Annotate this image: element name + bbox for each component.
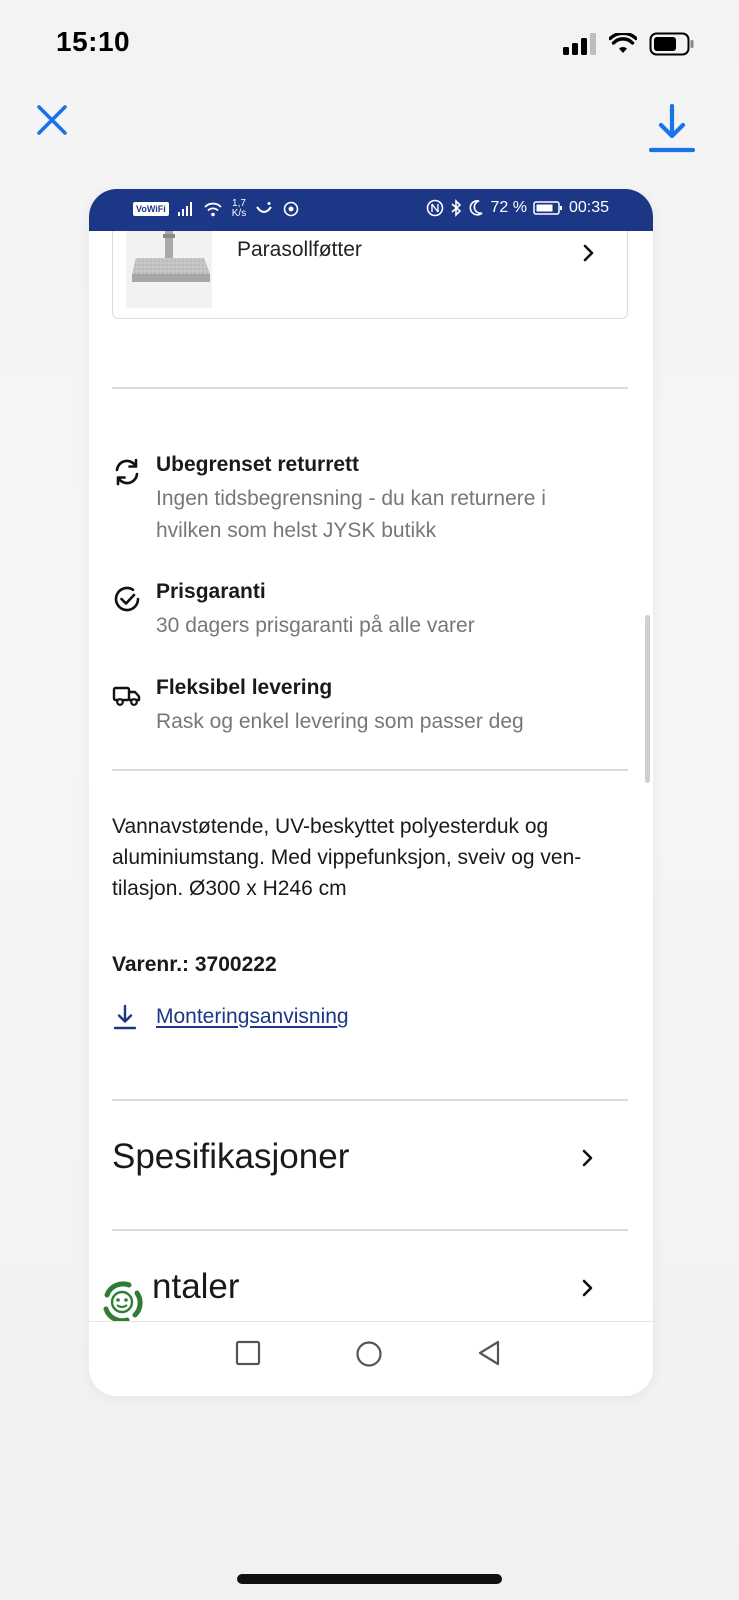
battery-icon [533,201,562,215]
smile-icon [256,202,273,213]
usp-price-guarantee: Prisgaranti 30 dagers prisgaranti på all… [112,580,628,650]
back-icon[interactable] [477,1340,501,1366]
section-title: ntaler [152,1267,240,1306]
download-icon [113,1004,137,1030]
parasol-base-image [126,231,212,308]
home-indicator[interactable] [237,1574,502,1584]
ios-status-icons [563,32,695,56]
vowifi-badge: VoWiFi [133,202,169,216]
android-nav-bar [89,1321,653,1396]
scrollbar[interactable] [645,615,650,783]
divider [112,1229,628,1231]
chevron-right-icon [582,1279,593,1297]
accessory-label: Parasollføtter [237,238,362,261]
network-speed: 1,7 K/s [231,198,247,219]
ios-clock: 15:10 [56,26,131,57]
android-status-bar: VoWiFi 1,7 K/s 72 % 00:35 [89,189,653,231]
section-specifications[interactable]: Spesifikasjoner [112,1131,628,1191]
divider [112,769,628,771]
signal-icon [177,202,192,216]
accessory-card[interactable]: Parasollføtter [112,231,628,319]
usp-description: Ingen tidsbegrensning - du kan returnere… [156,487,546,542]
close-button[interactable] [28,96,76,144]
usp-description: Rask og enkel levering som passer deg [156,710,524,733]
wifi-icon [204,202,222,217]
android-clock: 00:35 [568,199,609,216]
recycle-assistant-icon [103,1281,143,1324]
chevron-right-icon [582,1149,593,1167]
check-circle-icon [114,586,140,612]
nfc-icon [427,199,444,217]
usp-title: Ubegrenset returrett [156,453,360,476]
phone-screenshot: VoWiFi 1,7 K/s 72 % 00:35 Parasollføtter… [89,189,653,1396]
recents-icon[interactable] [235,1340,261,1366]
close-icon [37,105,67,135]
product-description: Vannavstøtende, UV-beskyttet polyesterdu… [112,815,582,900]
wifi-icon [609,33,637,53]
manual-link-text[interactable]: Monteringsanvisning [156,1005,349,1029]
usp-title: Prisgaranti [156,580,266,603]
bluetooth-icon [451,199,462,217]
divider [112,1099,628,1101]
moon-icon [470,200,484,216]
usp-title: Fleksibel levering [156,676,333,699]
cellular-signal-icon [563,33,596,55]
download-icon [648,103,696,153]
truck-icon [112,686,141,706]
item-number: Varenr.: 3700222 [112,953,277,976]
chevron-right-icon [583,244,594,262]
hotspot-icon [283,201,299,217]
home-icon[interactable] [355,1340,383,1368]
section-reviews[interactable]: ntaler [112,1261,628,1321]
section-title: Spesifikasjoner [112,1137,350,1176]
floating-assistant-button[interactable] [99,1279,145,1325]
usp-description: 30 dagers prisgaranti på alle varer [156,614,475,637]
battery-percent: 72 % [490,199,527,216]
battery-icon [649,32,694,56]
page-content: Parasollføtter Ubegrenset returrett Inge… [89,231,653,1321]
usp-returns: Ubegrenset returrett Ingen tidsbegrensni… [112,453,628,553]
assembly-instructions-link[interactable]: Monteringsanvisning [112,1003,349,1031]
download-button[interactable] [644,100,700,156]
ios-status-bar: 15:10 [0,0,739,90]
divider [112,387,628,389]
refresh-icon [115,458,139,486]
usp-delivery: Fleksibel levering Rask og enkel leverin… [112,676,628,746]
